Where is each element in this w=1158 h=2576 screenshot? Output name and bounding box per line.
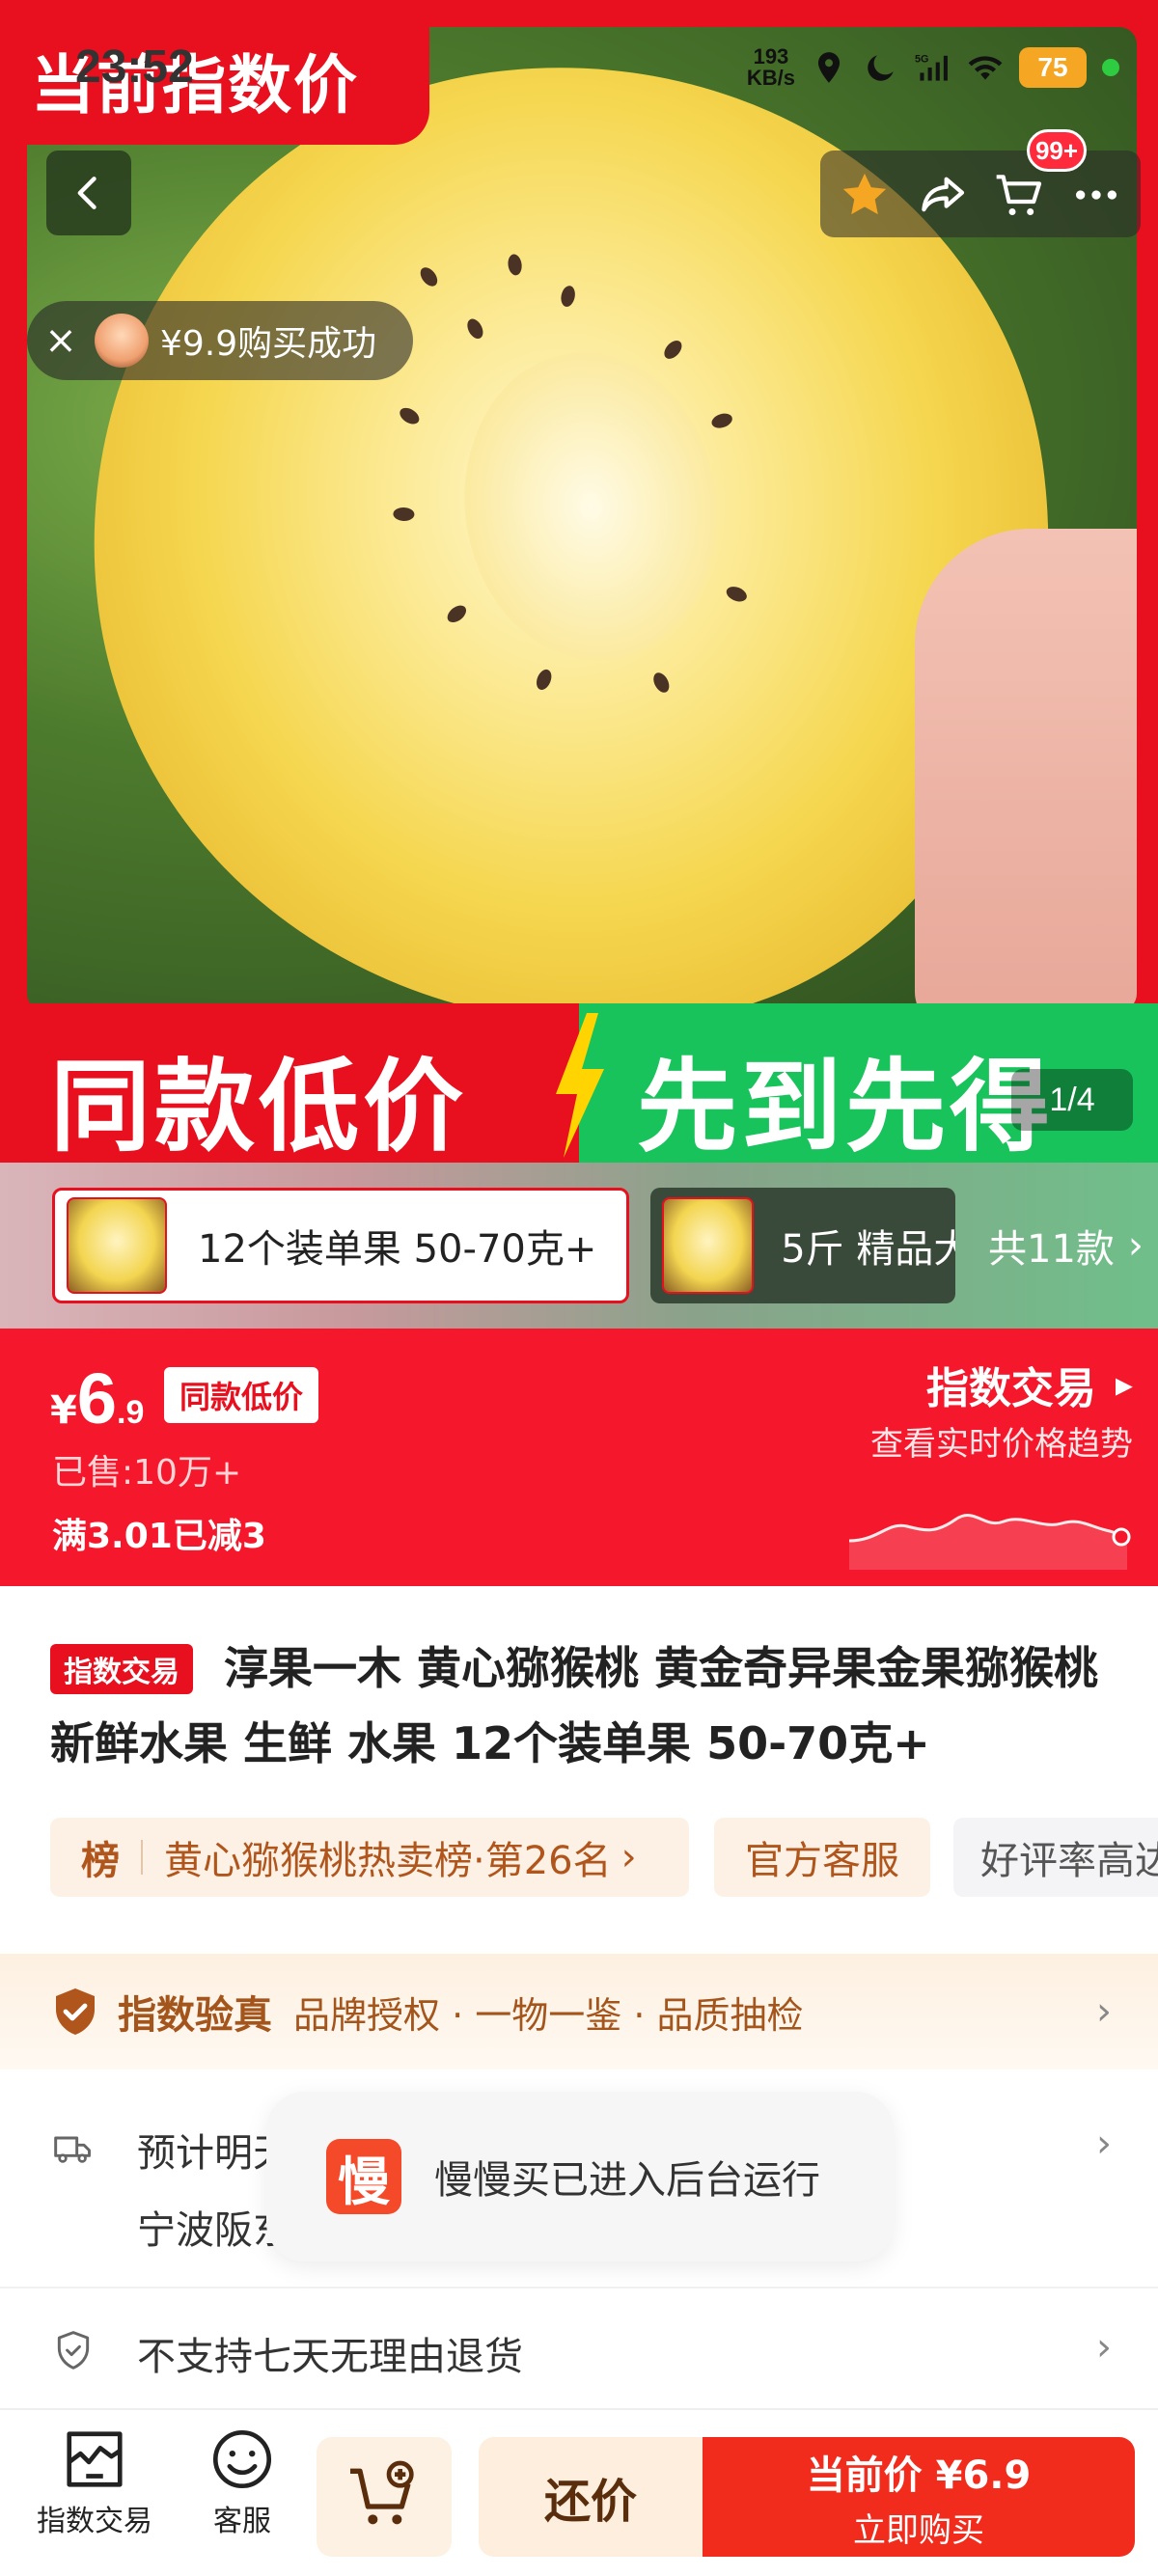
cart-icon[interactable]: [992, 168, 1046, 222]
price-decimal: .9: [117, 1394, 145, 1431]
back-button[interactable]: [46, 151, 131, 235]
cart-plus-icon: [350, 2460, 414, 2525]
network-speed: 193 KB/s: [746, 44, 795, 90]
variant-option[interactable]: 5斤 精品大: [650, 1188, 955, 1303]
add-to-cart-button[interactable]: [317, 2437, 452, 2557]
chevron-right-icon: ›: [1127, 1223, 1144, 1268]
buy-now-button[interactable]: 当前价 ¥6.9 立即购买: [703, 2437, 1135, 2557]
guarantee-title: 指数验真: [118, 1993, 272, 2038]
index-trade-link[interactable]: 指数交易 ▸: [926, 1354, 1133, 1415]
banner-right-text: 先到先得: [637, 1048, 1055, 1163]
product-image-carousel[interactable]: 当前指数价 23:52 193 KB/s 5G 75 99+ × ¥9.9购买成…: [0, 0, 1158, 1163]
index-trade-tab[interactable]: 指数交易: [37, 2427, 152, 2539]
rank-text: 黄心猕猴桃热卖榜·第26名: [164, 1839, 612, 1883]
background-running-text: 慢慢买已进入后台运行: [434, 2158, 820, 2203]
close-icon[interactable]: ×: [27, 318, 95, 363]
all-variants-label: 共11款: [988, 1227, 1115, 1272]
price-currency: ¥: [50, 1388, 77, 1433]
product-title: 淳果一木 黄心猕猴桃 黄金奇异果金果猕猴桃 新鲜水果 生鲜 水果 12个装单果 …: [50, 1642, 1099, 1769]
price-bar: ¥ 6 .9 同款低价 已售:10万+ 满3.01已减3 指数交易 ▸ 查看实时…: [0, 1329, 1158, 1586]
sold-count: 已售:10万+: [52, 1453, 242, 1493]
index-price-badge: 当前指数价: [0, 0, 429, 145]
bottom-action-bar: 指数交易 客服 还价 当前价 ¥6.9 立即购买: [0, 2408, 1158, 2576]
battery-indicator: 75: [1019, 47, 1087, 88]
buy-action-label: 立即购买: [853, 2510, 984, 2550]
variant-label: 12个装单果 50-70克+: [198, 1227, 597, 1272]
buy-price: 当前价 ¥6.9: [806, 2453, 1032, 2498]
product-info: 淳果一木 黄心猕猴桃 黄金奇异果金果猕猴桃 新鲜水果 生鲜 水果 12个装单果 …: [0, 1586, 1158, 1933]
caret-right-icon: ▸: [1115, 1364, 1133, 1405]
share-icon[interactable]: [915, 168, 969, 222]
purchase-toast-text: ¥9.9购买成功: [160, 324, 377, 364]
app-logo-icon: 慢: [326, 2139, 401, 2214]
status-bar-right: 193 KB/s 5G 75: [747, 39, 1119, 96]
shield-check-icon: [56, 1988, 95, 2035]
customer-service-tab-label: 客服: [213, 2505, 271, 2538]
hand: [915, 529, 1137, 1011]
return-policy-row[interactable]: 不支持七天无理由退货 ›: [0, 2287, 1158, 2408]
variant-thumbnail: [67, 1197, 167, 1294]
more-icon[interactable]: [1069, 168, 1123, 222]
rating-chip[interactable]: 好评率高达: [953, 1818, 1158, 1897]
privacy-dot-icon: [1102, 59, 1119, 76]
chevron-right-icon: ›: [1096, 1989, 1112, 2034]
location-icon: [817, 52, 841, 83]
official-service-chip[interactable]: 官方客服: [714, 1818, 930, 1897]
purchase-toast[interactable]: × ¥9.9购买成功: [27, 301, 413, 380]
favorite-star-icon[interactable]: [838, 168, 892, 222]
svg-text:5G: 5G: [915, 54, 928, 66]
truck-icon: [54, 2136, 91, 2163]
avatar: [95, 314, 149, 368]
price-trend-sparkline[interactable]: [849, 1473, 1139, 1570]
smile-icon: [212, 2429, 272, 2489]
price-tag-badge: 同款低价: [164, 1367, 319, 1423]
signal-icon: 5G: [915, 54, 948, 81]
shield-outline-icon: [57, 2331, 90, 2370]
current-price: ¥ 6 .9: [50, 1357, 144, 1439]
ranking-chip[interactable]: 榜 黄心猕猴桃热卖榜·第26名 ›: [50, 1818, 689, 1897]
variant-option-selected[interactable]: 12个装单果 50-70克+: [52, 1188, 629, 1303]
banner-left-text: 同款低价: [50, 1048, 468, 1163]
variant-selector: 12个装单果 50-70克+ 5斤 精品大 共11款 ›: [0, 1163, 1158, 1329]
variant-label: 5斤 精品大: [781, 1227, 955, 1272]
index-trade-tab-label: 指数交易: [37, 2505, 152, 2538]
chevron-right-icon: ›: [1096, 2325, 1112, 2370]
index-trade-tag: 指数交易: [50, 1644, 193, 1694]
image-page-indicator: 1/4: [1011, 1069, 1133, 1131]
haggle-button[interactable]: 还价: [479, 2437, 703, 2557]
cart-count-badge: 99+: [1027, 129, 1087, 172]
customer-service-tab[interactable]: 客服: [208, 2427, 276, 2539]
price-trend-link[interactable]: 查看实时价格趋势: [870, 1417, 1133, 1465]
chevron-left-icon: [77, 177, 96, 209]
background-running-toast: 慢 慢慢买已进入后台运行: [266, 2092, 894, 2261]
index-trade-label: 指数交易: [925, 1364, 1096, 1413]
return-policy-text: 不支持七天无理由退货: [137, 2335, 523, 2379]
discount-info: 满3.01已减3: [52, 1517, 266, 1556]
wifi-icon: [968, 56, 1003, 80]
rank-badge: 榜: [81, 1839, 120, 1883]
store-icon: [67, 2431, 123, 2487]
all-variants-button[interactable]: 共11款 ›: [955, 1188, 1158, 1303]
lightning-bolt-icon: [556, 1013, 604, 1158]
variant-thumbnail: [662, 1197, 755, 1294]
moon-icon: [868, 55, 894, 81]
chevron-right-icon: ›: [620, 1835, 637, 1879]
top-action-bar: [820, 151, 1141, 237]
guarantee-desc: 品牌授权 · 一物一鉴 · 品质抽检: [293, 1993, 804, 2037]
status-time: 23:52: [75, 41, 194, 93]
authenticity-guarantee-row[interactable]: 指数验真 品牌授权 · 一物一鉴 · 品质抽检 ›: [0, 1954, 1158, 2069]
chevron-right-icon: ›: [1096, 2122, 1112, 2166]
price-integer: 6: [76, 1358, 117, 1439]
